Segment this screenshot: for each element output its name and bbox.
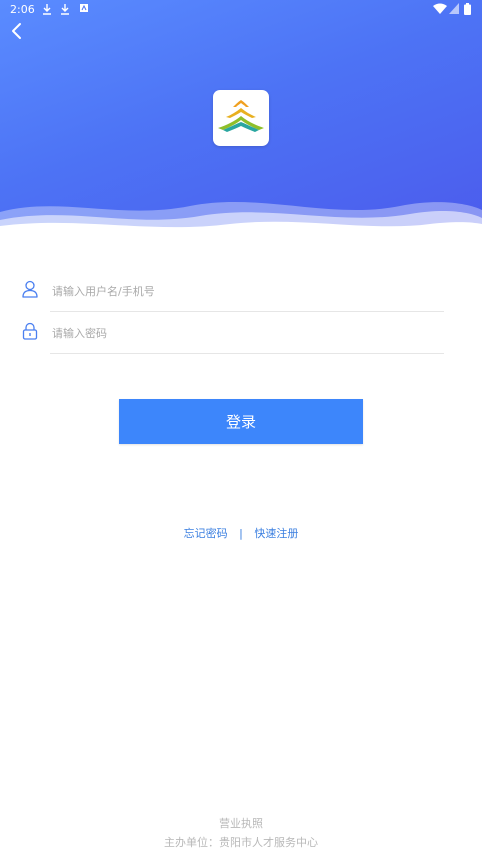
header-banner: 2:06 — [0, 0, 482, 240]
wave-decoration — [0, 201, 482, 240]
status-bar: 2:06 — [0, 0, 482, 20]
forgot-password-link[interactable]: 忘记密码 — [184, 527, 228, 540]
android-icon — [80, 4, 88, 12]
quick-register-link[interactable]: 快速注册 — [254, 527, 298, 540]
password-field — [22, 312, 444, 354]
app-logo-icon — [218, 100, 264, 132]
password-input[interactable] — [50, 321, 434, 345]
status-time: 2:06 — [10, 3, 35, 16]
back-button[interactable] — [8, 22, 28, 42]
wifi-icon — [433, 3, 447, 14]
link-separator: | — [239, 527, 243, 540]
app-logo — [213, 90, 269, 146]
lock-icon — [22, 322, 38, 340]
organizer-text: 主办单位：贵阳市人才服务中心 — [164, 836, 318, 849]
download-icon — [61, 4, 69, 15]
username-field — [22, 270, 444, 312]
download-icon — [43, 4, 51, 15]
username-input[interactable] — [50, 279, 434, 303]
chevron-left-icon — [12, 23, 21, 39]
auth-links: 忘记密码 | 快速注册 — [0, 525, 482, 541]
login-button[interactable]: 登录 — [119, 399, 363, 444]
password-underline — [50, 353, 444, 354]
business-license-link[interactable]: 营业执照 — [0, 815, 482, 831]
signal-icon — [449, 3, 459, 14]
battery-icon — [464, 3, 471, 15]
user-icon — [22, 280, 38, 298]
